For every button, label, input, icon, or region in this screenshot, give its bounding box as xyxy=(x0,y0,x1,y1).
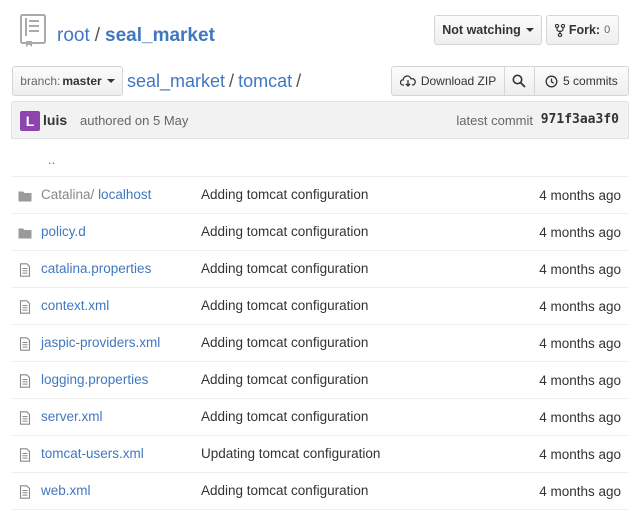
cloud-download-icon xyxy=(399,75,416,87)
parent-directory-link[interactable]: .. xyxy=(48,152,55,167)
file-name-link[interactable]: context.xml xyxy=(41,298,109,313)
commits-count-label: 5 commits xyxy=(563,74,618,88)
branch-select-button[interactable]: branch: master xyxy=(12,66,123,96)
watch-button-label: Not watching xyxy=(442,23,521,37)
branch-name: master xyxy=(62,74,102,88)
fork-count: 0 xyxy=(604,24,611,36)
repo-name-link[interactable]: seal_market xyxy=(105,25,215,46)
file-name: tomcat-users.xml xyxy=(41,446,144,461)
commit-age: 4 months ago xyxy=(539,410,621,425)
file-row[interactable]: Catalina/ localhost Adding tomcat configu… xyxy=(11,177,629,214)
repo-owner-link[interactable]: root xyxy=(57,25,90,46)
commit-author-link[interactable]: luis xyxy=(43,112,67,128)
branch-label: branch: xyxy=(20,74,61,88)
download-zip-label: Download ZIP xyxy=(420,74,497,88)
commit-message-link[interactable]: Adding tomcat configuration xyxy=(201,483,368,498)
file-text-icon xyxy=(18,411,32,425)
latest-commit-label: latest commit xyxy=(456,113,533,128)
file-text-icon xyxy=(18,374,32,388)
file-row[interactable]: tomcat-users.xml Updating tomcat configur… xyxy=(11,436,629,473)
repo-header: root / seal_market Not watching Fork: 0 xyxy=(0,0,643,60)
commit-message-link[interactable]: Adding tomcat configuration xyxy=(201,409,368,424)
file-name-link[interactable]: jaspic-providers.xml xyxy=(41,335,160,350)
file-text-icon xyxy=(18,337,32,351)
file-row[interactable]: context.xml Adding tomcat configuration 4 … xyxy=(11,288,629,325)
file-name-link[interactable]: logging.properties xyxy=(41,372,148,387)
file-name-link[interactable]: Catalina/ localhost xyxy=(41,187,151,202)
breadcrumb: seal_market / tomcat / xyxy=(127,71,305,92)
commit-message-link[interactable]: Adding tomcat configuration xyxy=(201,298,368,313)
file-text-icon xyxy=(18,263,32,277)
folder-icon xyxy=(18,189,32,203)
repo-title-separator: / xyxy=(94,25,101,46)
folder-icon xyxy=(18,226,32,240)
breadcrumb-root-link[interactable]: seal_market xyxy=(127,71,225,91)
commit-sha-link[interactable]: 971f3aa3f0 xyxy=(541,112,619,127)
file-name: policy.d xyxy=(41,224,86,239)
breadcrumb-separator: / xyxy=(296,71,302,91)
commit-age: 4 months ago xyxy=(539,299,621,314)
fork-icon xyxy=(554,23,565,37)
watch-button[interactable]: Not watching xyxy=(434,15,542,45)
file-text-icon xyxy=(18,485,32,499)
fork-button[interactable]: Fork: 0 xyxy=(546,15,619,45)
breadcrumb-separator: / xyxy=(229,71,235,91)
history-icon xyxy=(545,75,558,87)
file-name: server.xml xyxy=(41,409,103,424)
search-icon xyxy=(512,74,527,88)
file-name: logging.properties xyxy=(41,372,149,387)
file-row[interactable]: logging.properties Adding tomcat configur… xyxy=(11,362,629,399)
commit-message-link[interactable]: Adding tomcat configuration xyxy=(201,187,368,202)
chevron-down-icon xyxy=(525,28,534,32)
commit-message-link[interactable]: Adding tomcat configuration xyxy=(201,261,368,276)
parent-directory-row[interactable]: .. xyxy=(11,140,629,177)
commit-age: 4 months ago xyxy=(539,262,621,277)
file-text-icon xyxy=(18,300,32,314)
latest-commit-bar: L luis authored on 5 May latest commit 9… xyxy=(11,101,629,139)
file-navigation: branch: master seal_market / tomcat / Downl… xyxy=(0,66,643,98)
file-name-link[interactable]: tomcat-users.xml xyxy=(41,446,144,461)
commit-age: 4 months ago xyxy=(539,336,621,351)
file-name: localhost xyxy=(98,187,152,202)
repo-toolbar: Download ZIP 5 commits xyxy=(391,66,629,96)
commit-age: 4 months ago xyxy=(539,373,621,388)
search-button[interactable] xyxy=(505,67,535,95)
commit-message-link[interactable]: Adding tomcat configuration xyxy=(201,372,368,387)
file-text-icon xyxy=(18,448,32,462)
file-name: jaspic-providers.xml xyxy=(41,335,161,350)
avatar[interactable]: L xyxy=(20,111,40,131)
file-row[interactable]: catalina.properties Adding tomcat configu… xyxy=(11,251,629,288)
breadcrumb-current[interactable]: tomcat xyxy=(238,71,292,91)
file-row[interactable]: server.xml Adding tomcat configuration 4 m… xyxy=(11,399,629,436)
commit-age: 4 months ago xyxy=(539,484,621,499)
chevron-down-icon xyxy=(106,79,115,83)
file-name-link[interactable]: server.xml xyxy=(41,409,103,424)
file-list: .. Catalina/ localhost Adding tomcat conf… xyxy=(11,140,629,510)
file-name: context.xml xyxy=(41,298,110,313)
commits-button[interactable]: 5 commits xyxy=(535,67,628,95)
download-zip-button[interactable]: Download ZIP xyxy=(392,67,506,95)
file-name-link[interactable]: policy.d xyxy=(41,224,86,239)
file-name: web.xml xyxy=(41,483,91,498)
file-row[interactable]: web.xml Adding tomcat configuration 4 mont… xyxy=(11,473,629,510)
commit-age: 4 months ago xyxy=(539,225,621,240)
repo-title: root / seal_market xyxy=(57,25,215,47)
commit-message-link[interactable]: Adding tomcat configuration xyxy=(201,224,368,239)
file-row[interactable]: policy.d Adding tomcat configuration 4 mon… xyxy=(11,214,629,251)
file-name-link[interactable]: web.xml xyxy=(41,483,91,498)
commit-age: 4 months ago xyxy=(539,188,621,203)
book-icon xyxy=(20,14,46,47)
commit-message-link[interactable]: Adding tomcat configuration xyxy=(201,335,368,350)
commit-authored-date: authored on 5 May xyxy=(80,113,189,128)
file-row[interactable]: jaspic-providers.xml Adding tomcat config… xyxy=(11,325,629,362)
file-name-link[interactable]: catalina.properties xyxy=(41,261,151,276)
commit-message-link[interactable]: Updating tomcat configuration xyxy=(201,446,380,461)
fork-button-label: Fork: xyxy=(568,23,601,37)
file-name: catalina.properties xyxy=(41,261,152,276)
commit-age: 4 months ago xyxy=(539,447,621,462)
file-name-prefix: Catalina/ xyxy=(41,187,95,202)
